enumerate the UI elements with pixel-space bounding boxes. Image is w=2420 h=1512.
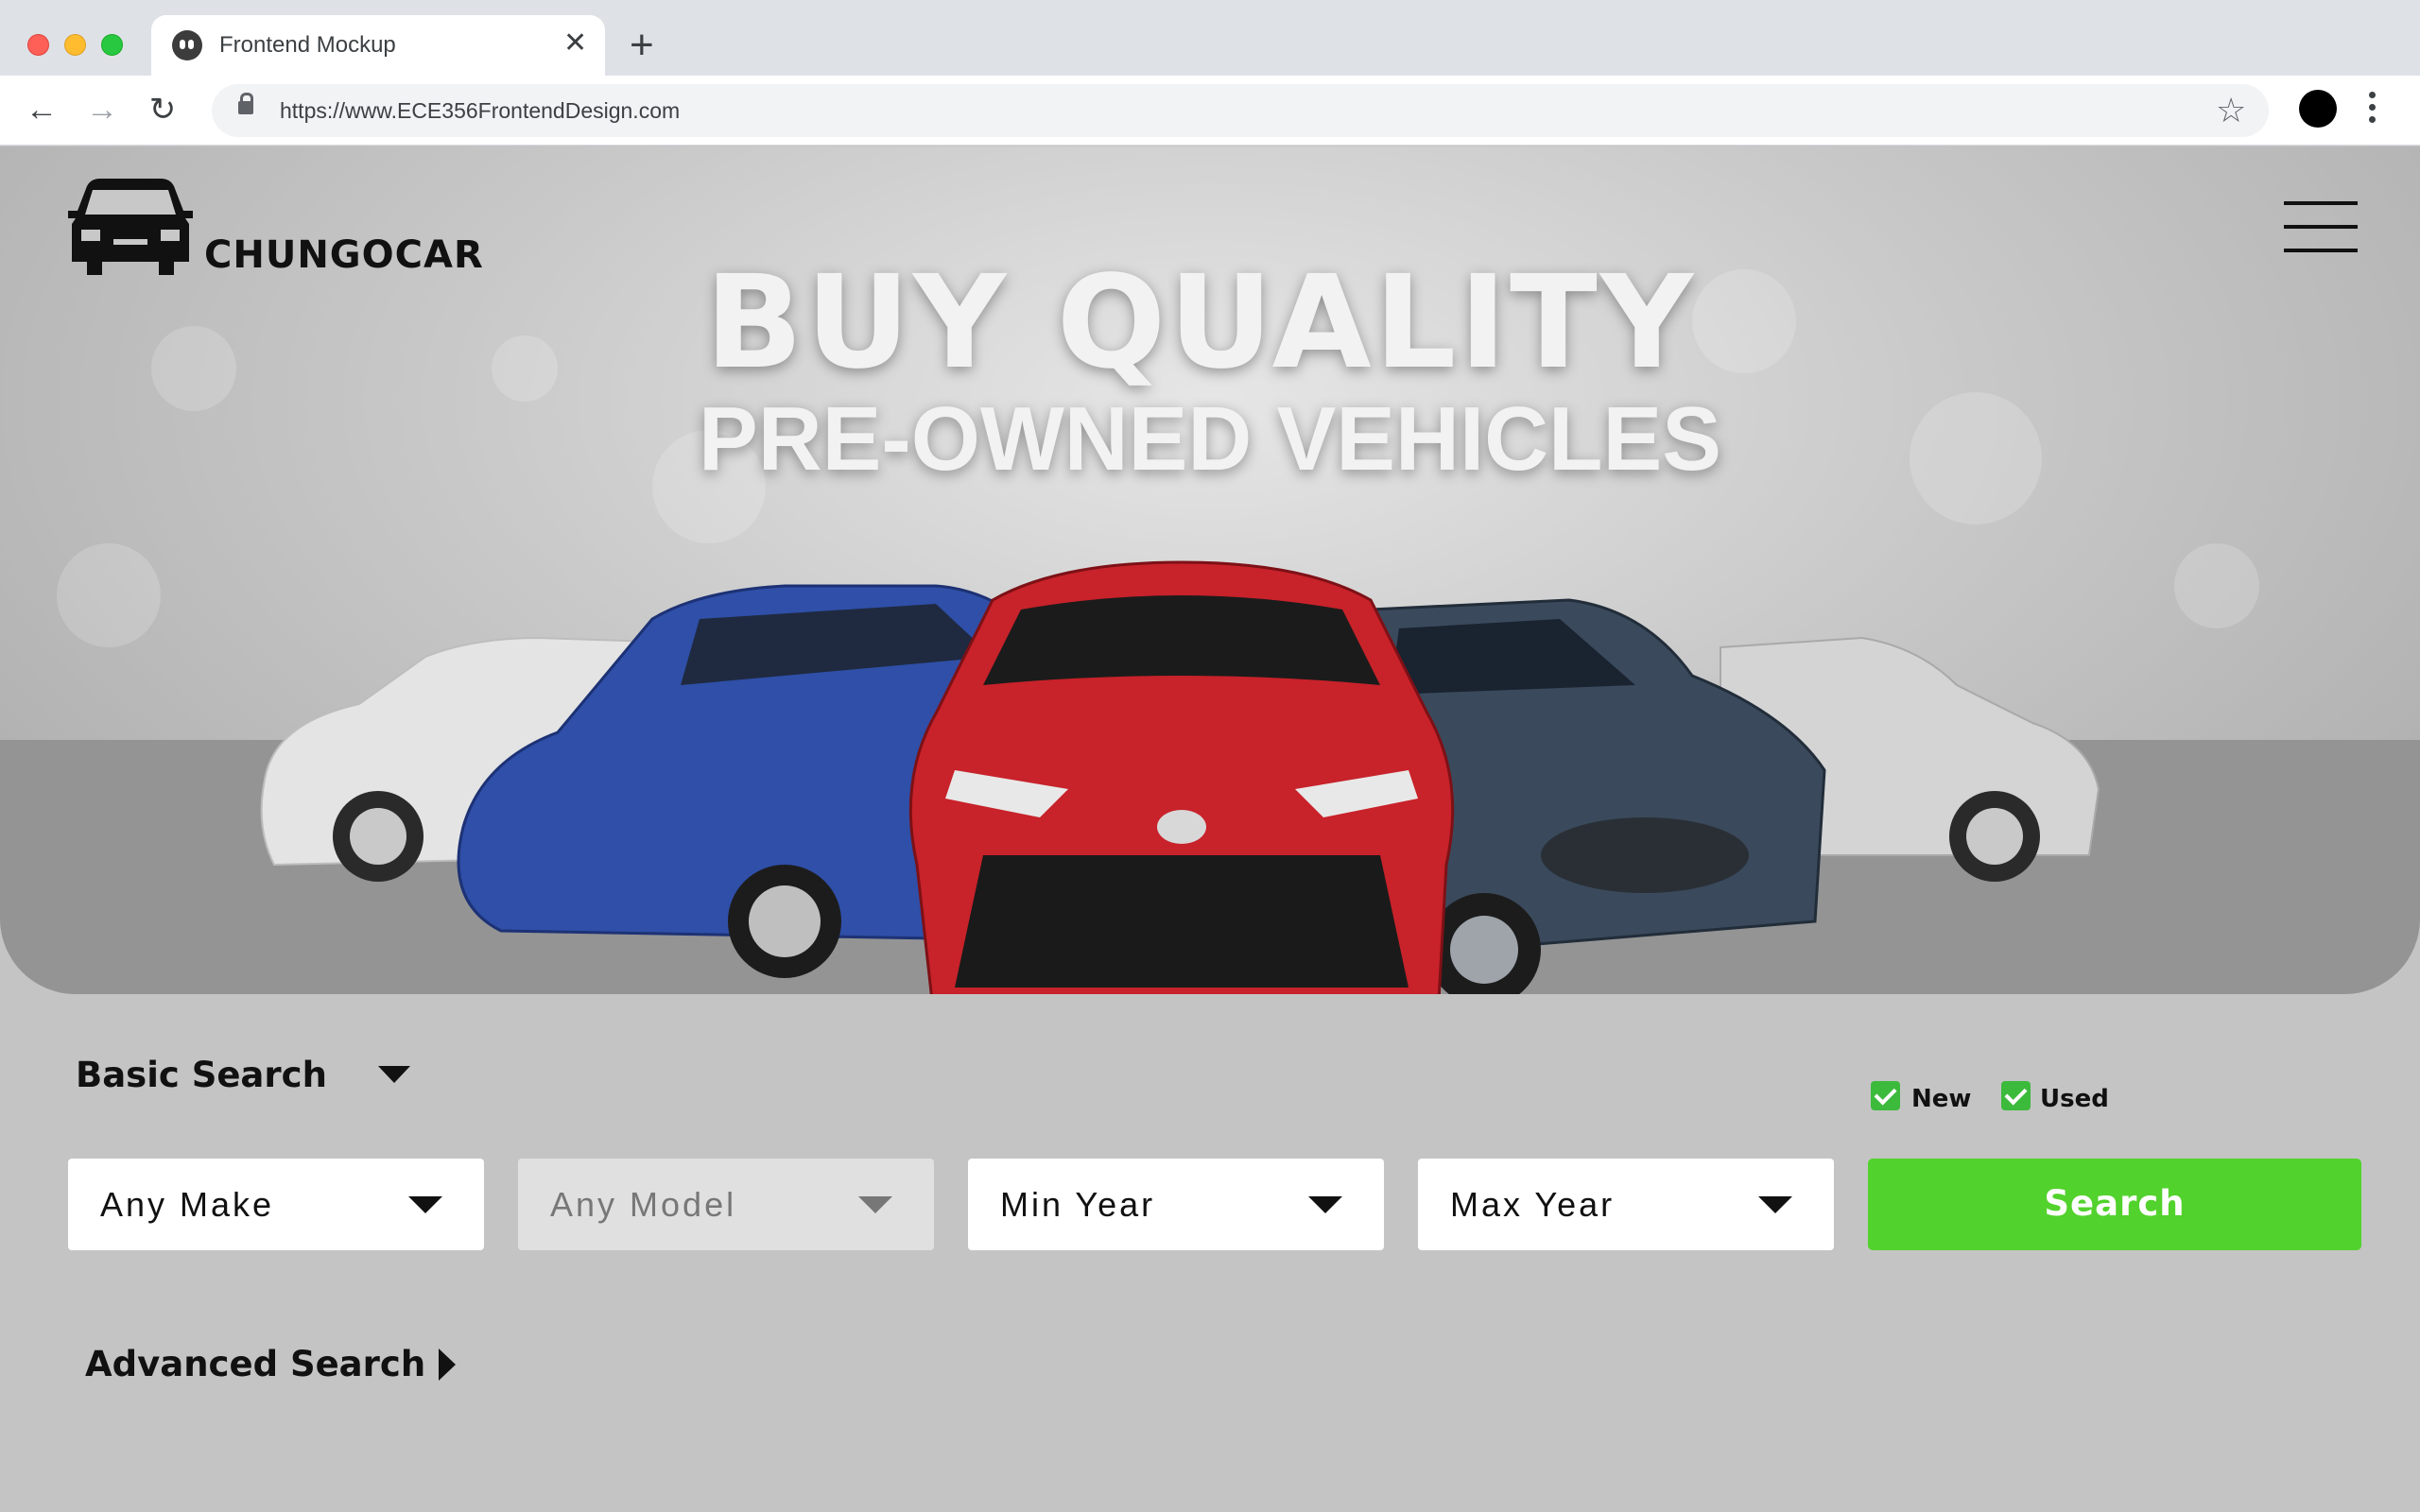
max-year-select-value: Max Year <box>1450 1185 1616 1224</box>
hero-subheadline: PRE-OWNED VEHICLES <box>698 388 1722 490</box>
browser-toolbar: ← → ↻ https://www.ECE356FrontendDesign.c… <box>0 76 2420 146</box>
tab-title: Frontend Mockup <box>219 32 396 58</box>
quote-favicon-icon <box>172 30 202 60</box>
red-car <box>908 560 1455 994</box>
window-maximize-button[interactable] <box>101 34 123 56</box>
hero-headline: BUY QUALITY <box>704 249 1697 398</box>
basic-search-heading[interactable]: Basic Search <box>76 1055 327 1095</box>
make-select-value: Any Make <box>100 1185 275 1224</box>
bokeh-light <box>57 543 161 647</box>
back-arrow-icon[interactable]: ← <box>23 91 60 129</box>
url-text: https://www.ECE356FrontendDesign.com <box>280 98 681 123</box>
new-checkbox[interactable] <box>1871 1081 1900 1110</box>
lock-icon <box>238 93 253 114</box>
hero-banner: CHUNGOCAR BUY QUALITY PRE-OWNED VEHICLES <box>0 146 2420 994</box>
reload-icon[interactable]: ↻ <box>144 91 182 129</box>
window-minimize-button[interactable] <box>64 34 86 56</box>
chevron-down-icon <box>408 1196 442 1213</box>
browser-tab[interactable]: Frontend Mockup ✕ <box>151 15 605 76</box>
advanced-search-heading[interactable]: Advanced Search <box>85 1344 425 1384</box>
forward-arrow-icon[interactable]: → <box>83 91 121 129</box>
tab-close-icon[interactable]: ✕ <box>563 28 587 59</box>
browser-tab-bar: Frontend Mockup ✕ + <box>0 0 2420 76</box>
profile-avatar[interactable] <box>2299 90 2337 128</box>
new-tab-button[interactable]: + <box>630 23 654 68</box>
hamburger-menu-icon[interactable] <box>2284 201 2358 252</box>
chevron-down-icon <box>1308 1196 1342 1213</box>
min-year-select-value: Min Year <box>1000 1185 1156 1224</box>
cars-lineup-image <box>260 560 2100 994</box>
bookmark-star-icon[interactable]: ☆ <box>2216 92 2246 129</box>
new-checkbox-label: New <box>1911 1085 1972 1113</box>
chevron-down-icon <box>1758 1196 1792 1213</box>
more-menu-icon[interactable] <box>2369 89 2377 130</box>
caret-down-icon[interactable] <box>378 1066 410 1083</box>
make-select[interactable]: Any Make <box>68 1159 484 1250</box>
used-checkbox-label: Used <box>2040 1085 2109 1113</box>
search-button[interactable]: Search <box>1868 1159 2361 1250</box>
caret-right-icon[interactable] <box>439 1349 456 1381</box>
window-close-button[interactable] <box>27 34 49 56</box>
min-year-select[interactable]: Min Year <box>968 1159 1384 1250</box>
search-button-label: Search <box>2044 1183 2186 1224</box>
max-year-select[interactable]: Max Year <box>1418 1159 1834 1250</box>
model-select-value: Any Model <box>550 1185 737 1224</box>
address-bar[interactable]: https://www.ECE356FrontendDesign.com ☆ <box>212 84 2269 137</box>
bokeh-light <box>2174 543 2259 628</box>
used-checkbox[interactable] <box>2001 1081 2031 1110</box>
chevron-down-icon <box>858 1196 892 1213</box>
model-select[interactable]: Any Model <box>518 1159 934 1250</box>
